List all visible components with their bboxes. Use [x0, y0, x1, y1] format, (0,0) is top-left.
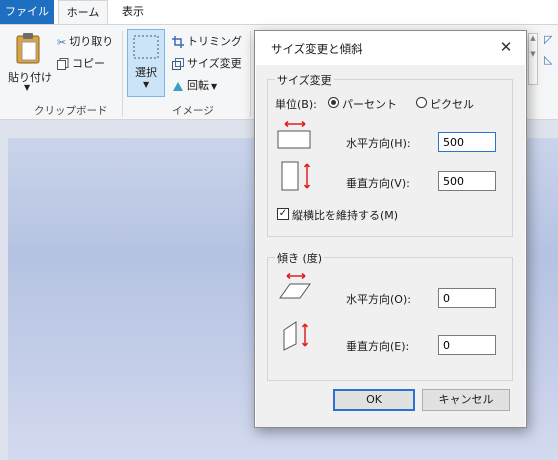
dialog-body: サイズ変更 単位(B): パーセント ピクセル 水平方向(H): 垂直方向(V)… — [256, 65, 525, 427]
tab-home[interactable]: ホーム — [58, 0, 108, 24]
cut-label: 切り取り — [69, 35, 114, 48]
select-dropdown-icon[interactable]: ▼ — [143, 80, 149, 89]
paste-icon — [16, 33, 40, 64]
vertical-skew-icon — [283, 321, 309, 351]
clipboard-group-label: クリップボード — [34, 105, 108, 117]
gallery-scroll[interactable]: ▲ ▼ — [528, 33, 538, 85]
skew-group-title: 傾き (度) — [275, 250, 325, 266]
dialog-title: サイズ変更と傾斜 — [271, 42, 363, 56]
image-group-label: イメージ — [172, 105, 214, 117]
pixel-radio[interactable] — [416, 97, 427, 108]
scroll-down-icon[interactable]: ▼ — [529, 50, 537, 58]
crop-icon — [172, 36, 184, 48]
rotate-dropdown-icon[interactable]: ▼ — [211, 82, 217, 91]
scroll-up-icon[interactable]: ▲ — [529, 34, 537, 42]
resize-label: サイズ変更 — [187, 57, 242, 70]
select-rectangle-icon — [133, 35, 159, 59]
ribbon-tab-bar: ファイル ホーム 表示 — [0, 0, 558, 24]
paste-dropdown-icon[interactable]: ▼ — [24, 83, 30, 92]
resize-vertical-label: 垂直方向(V): — [346, 177, 410, 190]
resize-horizontal-input[interactable] — [438, 132, 496, 152]
percent-radio[interactable] — [328, 97, 339, 108]
unit-label: 単位(B): — [275, 98, 317, 111]
percent-label[interactable]: パーセント — [342, 96, 397, 112]
canvas-left-margin — [0, 138, 8, 460]
skew-vertical-label: 垂直方向(E): — [346, 340, 410, 353]
horizontal-skew-icon — [279, 272, 311, 299]
pixel-label[interactable]: ピクセル — [430, 96, 474, 112]
resize-horizontal-label: 水平方向(H): — [346, 137, 411, 150]
skew-vertical-input[interactable] — [438, 335, 496, 355]
paste-button[interactable]: 貼り付け ▼ — [8, 31, 52, 92]
vertical-resize-icon — [281, 161, 311, 191]
skew-horizontal-label: 水平方向(O): — [346, 293, 411, 306]
resize-icon — [172, 58, 184, 70]
resize-vertical-input[interactable] — [438, 171, 496, 191]
rotate-button[interactable]: 回転 ▼ — [172, 77, 217, 93]
resize-skew-dialog: サイズ変更と傾斜 ✕ サイズ変更 単位(B): パーセント ピクセル 水平方向(… — [254, 30, 527, 428]
rotate-label: 回転 — [187, 79, 209, 92]
copy-button[interactable]: コピー — [57, 55, 105, 71]
horizontal-resize-icon — [277, 120, 311, 149]
keep-aspect-ratio-checkbox[interactable]: ✓ — [277, 208, 289, 220]
copy-icon — [57, 58, 69, 70]
outline-icon[interactable]: ◸ — [544, 33, 552, 46]
ribbon-separator — [122, 31, 123, 117]
select-label: 選択 — [135, 66, 157, 79]
resize-button[interactable]: サイズ変更 — [172, 55, 242, 71]
copy-label: コピー — [72, 57, 105, 70]
crop-button[interactable]: トリミング — [172, 33, 242, 49]
fill-icon[interactable]: ◺ — [544, 53, 552, 66]
cancel-button[interactable]: キャンセル — [422, 389, 510, 411]
skew-horizontal-input[interactable] — [438, 288, 496, 308]
skew-group: 傾き (度) 水平方向(O): 垂直方向(E): — [267, 250, 513, 381]
keep-aspect-ratio-label[interactable]: 縦横比を維持する(M) — [292, 207, 398, 223]
ok-button[interactable]: OK — [333, 389, 415, 411]
tab-file[interactable]: ファイル — [0, 0, 54, 24]
crop-label: トリミング — [187, 35, 242, 48]
scissors-icon: ✂ — [57, 35, 67, 49]
rotate-icon — [172, 80, 184, 92]
resize-group-title: サイズ変更 — [275, 72, 334, 88]
cut-button[interactable]: ✂ 切り取り — [57, 33, 113, 49]
tab-view[interactable]: 表示 — [118, 0, 148, 24]
select-button[interactable]: 選択 ▼ — [127, 29, 165, 97]
resize-group: サイズ変更 単位(B): パーセント ピクセル 水平方向(H): 垂直方向(V)… — [267, 72, 513, 237]
ribbon-separator — [250, 31, 251, 117]
close-icon[interactable]: ✕ — [496, 37, 516, 57]
